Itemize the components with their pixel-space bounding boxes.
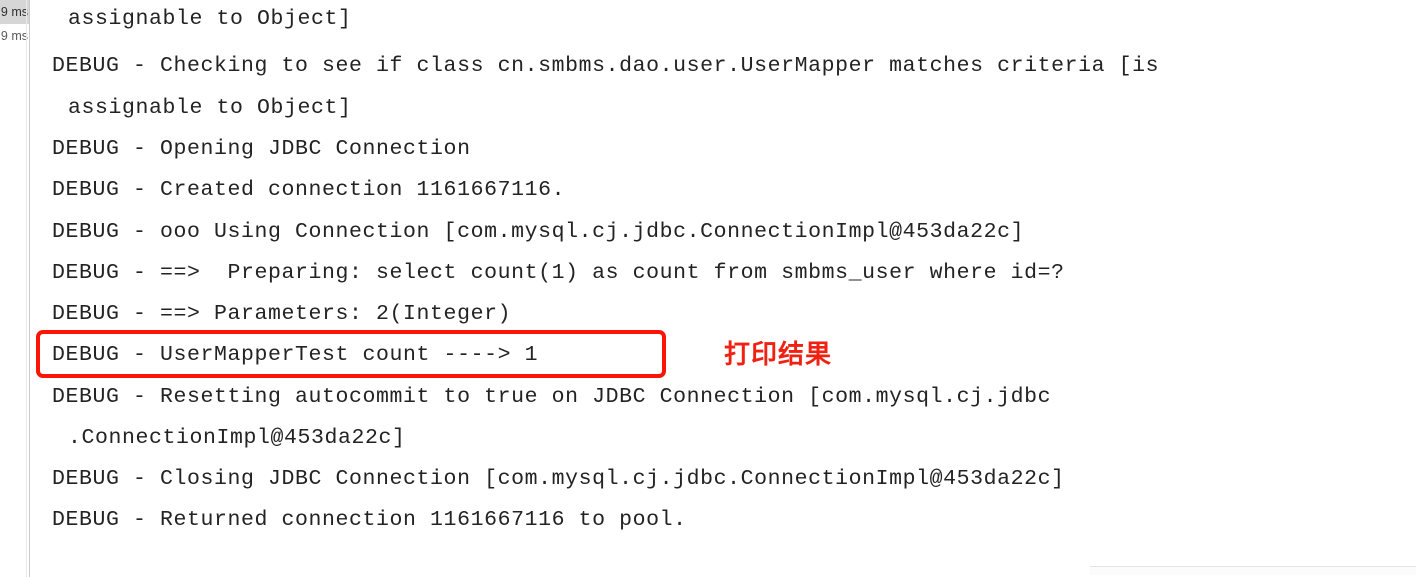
log-line: DEBUG - Checking to see if class cn.smbm… — [52, 54, 1160, 78]
console-window: 9 ms 9 ms assignable to Object] DEBUG - … — [0, 0, 1416, 577]
log-line: DEBUG - ooo Using Connection [com.mysql.… — [52, 220, 1025, 244]
log-line: DEBUG - ==> Parameters: 2(Integer) — [52, 302, 512, 326]
log-line: DEBUG - Created connection 1161667116. — [52, 178, 566, 202]
log-line: DEBUG - ==> Preparing: select count(1) a… — [52, 261, 1065, 285]
print-result-annotation-label: 打印结果 — [724, 340, 833, 370]
run-console-output[interactable]: assignable to Object] DEBUG - Checking t… — [30, 0, 1416, 577]
log-line-highlighted: DEBUG - UserMapperTest count ----> 1 — [52, 343, 539, 367]
log-line: assignable to Object] — [68, 96, 352, 120]
log-line: DEBUG - Closing JDBC Connection [com.mys… — [52, 467, 1065, 491]
horizontal-scrollbar-track[interactable] — [1090, 566, 1416, 575]
log-line: .ConnectionImpl@453da22c] — [68, 426, 406, 450]
log-line: DEBUG - Opening JDBC Connection — [52, 137, 471, 161]
log-line: assignable to Object] — [68, 7, 352, 31]
log-line: DEBUG - Resetting autocommit to true on … — [52, 385, 1052, 409]
log-line: DEBUG - Returned connection 1161667116 t… — [52, 508, 687, 532]
gutter-inner-divider — [26, 0, 27, 577]
